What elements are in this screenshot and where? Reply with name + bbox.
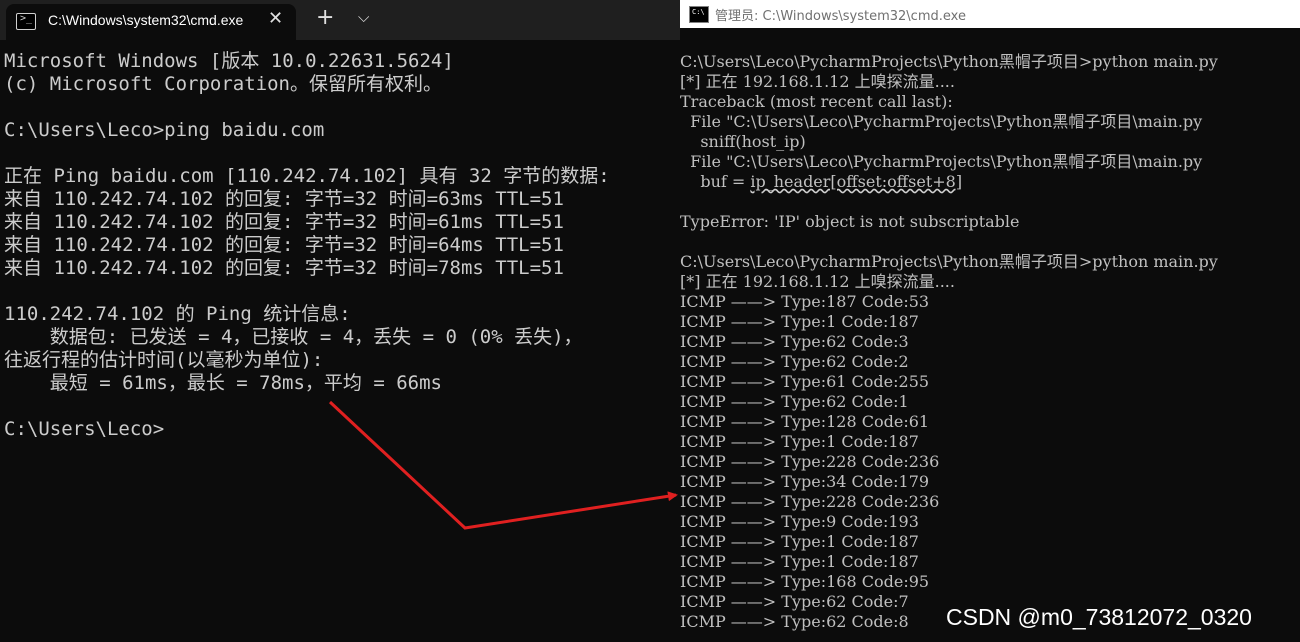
icmp-packet-line: ICMP ——> Type:34 Code:179 <box>680 472 930 491</box>
traceback-header: Traceback (most recent call last): <box>680 92 953 111</box>
terminal-line: 来自 110.242.74.102 的回复: 字节=32 时间=64ms TTL… <box>4 234 564 256</box>
terminal-line: 最短 = 61ms，最长 = 78ms，平均 = 66ms <box>4 372 442 394</box>
icmp-packet-line: ICMP ——> Type:1 Code:187 <box>680 312 919 331</box>
sniff-status-line: [*] 正在 192.168.1.12 上嗅探流量.... <box>680 72 955 91</box>
command-prompt-line: C:\Users\Leco\PycharmProjects\Python黑帽子项… <box>680 252 1218 271</box>
tab-title: C:\Windows\system32\cmd.exe <box>48 12 244 28</box>
command-prompt-line: C:\Users\Leco\PycharmProjects\Python黑帽子项… <box>680 52 1218 71</box>
cmd-icon: C:\ <box>689 6 709 23</box>
terminal-output[interactable]: Microsoft Windows [版本 10.0.22631.5624] (c… <box>4 50 680 441</box>
icmp-packet-line: ICMP ——> Type:9 Code:193 <box>680 512 919 531</box>
terminal-line: 数据包: 已发送 = 4，已接收 = 4，丢失 = 0 (0% 丢失)， <box>4 326 583 348</box>
terminal-icon: >_ <box>16 13 36 30</box>
error-expression: ip_header[offset:offset+8] <box>750 172 963 191</box>
traceback-file-line: File "C:\Users\Leco\PycharmProjects\Pyth… <box>680 112 1203 131</box>
icmp-packet-line: ICMP ——> Type:62 Code:2 <box>680 352 909 371</box>
icmp-packet-line: ICMP ——> Type:228 Code:236 <box>680 492 940 511</box>
terminal-line: C:\Users\Leco> <box>4 418 165 440</box>
cmd-titlebar[interactable]: C:\ 管理员: C:\Windows\system32\cmd.exe <box>680 0 1300 28</box>
cmd-output[interactable]: C:\Users\Leco\PycharmProjects\Python黑帽子项… <box>680 52 1300 632</box>
icmp-packet-line: ICMP ——> Type:187 Code:53 <box>680 292 930 311</box>
sniff-status-line: [*] 正在 192.168.1.12 上嗅探流量.... <box>680 272 955 291</box>
icmp-packet-list: ICMP ——> Type:187 Code:53 ICMP ——> Type:1… <box>680 292 1300 632</box>
chevron-down-icon[interactable]: ⌵ <box>358 8 369 26</box>
tab-bar: >_ C:\Windows\system32\cmd.exe ✕ + ⌵ <box>0 0 680 40</box>
icmp-packet-line: ICMP ——> Type:228 Code:236 <box>680 452 940 471</box>
icmp-packet-line: ICMP ——> Type:1 Code:187 <box>680 552 919 571</box>
terminal-line: 往返行程的估计时间(以毫秒为单位): <box>4 349 324 371</box>
icmp-packet-line: ICMP ——> Type:1 Code:187 <box>680 432 919 451</box>
icmp-packet-line: ICMP ——> Type:62 Code:3 <box>680 332 909 351</box>
terminal-line: 来自 110.242.74.102 的回复: 字节=32 时间=63ms TTL… <box>4 188 564 210</box>
icmp-packet-line: ICMP ——> Type:128 Code:61 <box>680 412 930 431</box>
icmp-packet-line: ICMP ——> Type:168 Code:95 <box>680 572 930 591</box>
traceback-code-line: buf = ip_header[offset:offset+8] <box>680 172 1300 192</box>
terminal-line: Microsoft Windows [版本 10.0.22631.5624] <box>4 50 454 72</box>
icmp-packet-line: ICMP ——> Type:61 Code:255 <box>680 372 930 391</box>
terminal-line: (c) Microsoft Corporation。保留所有权利。 <box>4 73 442 95</box>
icmp-packet-line: ICMP ——> Type:62 Code:1 <box>680 392 909 411</box>
terminal-line: 正在 Ping baidu.com [110.242.74.102] 具有 32… <box>4 165 610 187</box>
cmd-window-title: 管理员: C:\Windows\system32\cmd.exe <box>715 9 966 24</box>
terminal-line: 110.242.74.102 的 Ping 统计信息: <box>4 303 351 325</box>
terminal-line: C:\Users\Leco>ping baidu.com <box>4 119 325 141</box>
icmp-packet-line: ICMP ——> Type:1 Code:187 <box>680 532 919 551</box>
close-tab-icon[interactable]: ✕ <box>268 8 283 29</box>
terminal-line: 来自 110.242.74.102 的回复: 字节=32 时间=78ms TTL… <box>4 257 564 279</box>
code-prefix: buf = <box>680 172 751 191</box>
windows-terminal-window: >_ C:\Windows\system32\cmd.exe ✕ + ⌵ Mic… <box>0 0 680 642</box>
type-error-line: TypeError: 'IP' object is not subscripta… <box>680 212 1020 231</box>
cmd-window: C:\ 管理员: C:\Windows\system32\cmd.exe C:\… <box>680 0 1300 642</box>
traceback-code-line: sniff(host_ip) <box>680 132 806 151</box>
terminal-tab[interactable]: >_ C:\Windows\system32\cmd.exe ✕ <box>6 4 296 40</box>
terminal-line: 来自 110.242.74.102 的回复: 字节=32 时间=61ms TTL… <box>4 211 564 233</box>
csdn-watermark: CSDN @m0_73812072_0320 <box>946 604 1252 630</box>
new-tab-button[interactable]: + <box>316 5 334 30</box>
traceback-file-line: File "C:\Users\Leco\PycharmProjects\Pyth… <box>680 152 1203 171</box>
